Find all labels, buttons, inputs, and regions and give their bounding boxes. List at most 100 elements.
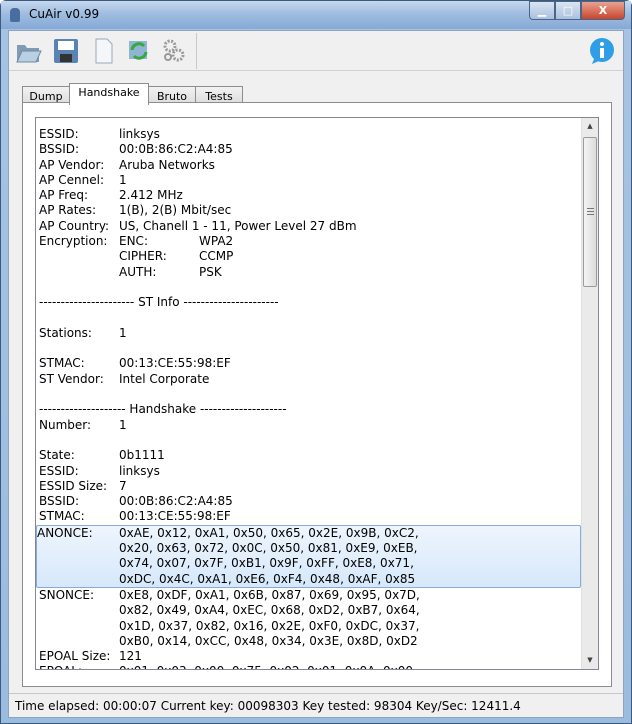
field-value: 1 bbox=[119, 172, 127, 187]
field-value: linksys bbox=[119, 127, 160, 141]
info-row: State: 0b1111 bbox=[39, 448, 581, 463]
hex-line: 0xAE, 0x12, 0xA1, 0x50, 0x65, 0x2E, 0x9B… bbox=[119, 525, 419, 540]
field-label: Encryption: bbox=[39, 234, 108, 249]
settings-icon bbox=[163, 39, 185, 62]
scroll-thumb[interactable] bbox=[583, 137, 597, 287]
vertical-scrollbar[interactable]: ▲ ▼ bbox=[581, 118, 598, 669]
minimize-button[interactable]: ▁ bbox=[529, 1, 555, 20]
field-label: EPOAL: bbox=[39, 664, 82, 669]
field-value: 00:13:CE:55:98:EF bbox=[119, 509, 231, 524]
info-row: AP Freq: 2.412 MHz bbox=[39, 188, 581, 203]
handshake-info-list[interactable]: ESSID: linksys BSSID: 00:0B:86:C2:A4:85 AP V… bbox=[35, 117, 599, 670]
info-row: Encryption: ENC: WPA2 bbox=[39, 234, 581, 249]
close-button[interactable]: X bbox=[581, 1, 625, 20]
open-folder-icon bbox=[16, 45, 42, 63]
field-label: STMAC: bbox=[39, 356, 85, 371]
field-label: AP Rates: bbox=[39, 203, 97, 218]
info-row: AP Vendor: Aruba Networks bbox=[39, 158, 581, 173]
sub-field-value: CCMP bbox=[199, 249, 234, 264]
field-label: AP Country: bbox=[39, 218, 110, 233]
field-value: 1(B), 2(B) Mbit/sec bbox=[119, 203, 232, 218]
scroll-up-icon[interactable]: ▲ bbox=[582, 118, 598, 135]
hex-line: 0x82, 0x49, 0xA4, 0xEC, 0x68, 0xD2, 0xB7… bbox=[119, 603, 420, 618]
tab-handshake[interactable]: Handshake bbox=[69, 83, 149, 105]
field-label: State: bbox=[39, 448, 75, 463]
info-row: ESSID: linksys bbox=[39, 127, 581, 142]
field-value: 00:0B:86:C2:A4:85 bbox=[119, 494, 233, 509]
field-value: Intel Corporate bbox=[119, 371, 210, 386]
window-title: CuAir v0.99 bbox=[29, 7, 100, 21]
field-label: Number: bbox=[39, 417, 92, 432]
info-row: ESSID: linksys bbox=[39, 464, 581, 479]
field-value: US, Chanell 1 - 11, Power Level 27 dBm bbox=[119, 218, 357, 233]
field-label: SNONCE: bbox=[39, 587, 95, 602]
info-row: Stations: 1 bbox=[39, 326, 581, 341]
field-label: AP Vendor: bbox=[39, 157, 105, 172]
field-value: 00:13:CE:55:98:EF bbox=[119, 356, 231, 371]
field-label: BSSID: bbox=[39, 142, 80, 157]
hex-line: 0x1D, 0x37, 0x82, 0x16, 0x2E, 0xF0, 0xDC… bbox=[119, 618, 420, 633]
title-bar[interactable]: CuAir v0.99 ▁ □ X bbox=[1, 1, 631, 29]
info-row: BSSID: 00:0B:86:C2:A4:85 bbox=[39, 142, 581, 157]
sub-field: ENC: WPA2 bbox=[119, 234, 581, 249]
settings-button[interactable] bbox=[159, 36, 189, 66]
minimize-icon: ▁ bbox=[537, 4, 547, 17]
toolbar-separator bbox=[196, 33, 197, 69]
field-value: 1 bbox=[119, 417, 127, 432]
maximize-icon: □ bbox=[562, 4, 574, 17]
info-content: ESSID: linksys BSSID: 00:0B:86:C2:A4:85 AP V… bbox=[36, 127, 581, 669]
info-button[interactable] bbox=[587, 36, 617, 66]
sub-field: AUTH: PSK bbox=[119, 265, 581, 280]
info-row: ST Vendor: Intel Corporate bbox=[39, 372, 581, 387]
field-value: 0xE8, 0xDF, 0xA1, 0x6B, 0x87, 0x69, 0x95… bbox=[119, 588, 581, 649]
field-label: AP Freq: bbox=[39, 188, 89, 203]
scroll-down-icon[interactable]: ▼ bbox=[582, 652, 598, 669]
field-label: AP Cennel: bbox=[39, 172, 104, 187]
new-button[interactable] bbox=[89, 36, 119, 66]
info-row: BSSID: 00:0B:86:C2:A4:85 bbox=[39, 494, 581, 509]
field-label: ESSID Size: bbox=[39, 478, 108, 493]
status-bar: Time elapsed: 00:00:07 Current key: 0009… bbox=[9, 693, 623, 717]
hex-line: 0xE8, 0xDF, 0xA1, 0x6B, 0x87, 0x69, 0x95… bbox=[119, 587, 420, 602]
field-label: ANONCE: bbox=[37, 525, 93, 540]
field-value: 2.412 MHz bbox=[119, 188, 183, 203]
section-header: ---------------------- ST Info ---------… bbox=[39, 295, 279, 310]
save-icon bbox=[54, 39, 78, 63]
info-row: CIPHER: CCMP bbox=[39, 249, 581, 264]
info-row: STMAC: 00:13:CE:55:98:EF bbox=[39, 356, 581, 371]
info-row: AP Rates: 1(B), 2(B) Mbit/sec bbox=[39, 203, 581, 218]
info-row: AP Cennel: 1 bbox=[39, 173, 581, 188]
field-label: ESSID: bbox=[39, 463, 79, 478]
field-value: AUTH: PSK bbox=[119, 265, 581, 280]
blank-row bbox=[39, 341, 581, 356]
section-header: -------------------- Handshake ---------… bbox=[39, 402, 287, 417]
field-label: ESSID: bbox=[39, 127, 79, 141]
blank-row bbox=[39, 311, 581, 326]
field-label: ST Vendor: bbox=[39, 371, 104, 386]
field-value: 121 bbox=[119, 649, 142, 664]
info-row: EPOAL: 0x01, 0x03, 0x00, 0x75, 0x02, 0x01… bbox=[39, 664, 581, 669]
grip-icon bbox=[587, 208, 594, 215]
new-document-icon bbox=[95, 38, 113, 64]
close-icon: X bbox=[598, 4, 608, 17]
field-value: 0b1111 bbox=[119, 448, 165, 463]
sub-field: CIPHER: CCMP bbox=[119, 249, 581, 264]
info-row[interactable]: SNONCE: 0xE8, 0xDF, 0xA1, 0x6B, 0x87, 0x6… bbox=[39, 588, 581, 649]
blank-row bbox=[39, 387, 581, 402]
toolbar bbox=[9, 31, 623, 71]
info-row: ESSID Size: 7 bbox=[39, 479, 581, 494]
maximize-button[interactable]: □ bbox=[555, 1, 581, 20]
sub-field-value: WPA2 bbox=[199, 234, 234, 249]
info-icon bbox=[590, 38, 614, 64]
save-button[interactable] bbox=[51, 36, 81, 66]
refresh-button[interactable] bbox=[124, 36, 154, 66]
field-label: EPOAL Size: bbox=[39, 649, 111, 664]
open-button[interactable] bbox=[13, 36, 43, 66]
sub-field-label: ENC: bbox=[119, 234, 148, 249]
hex-line: 0xB0, 0x14, 0xCC, 0x48, 0x34, 0x3E, 0x8D… bbox=[119, 633, 418, 648]
info-row[interactable]: ANONCE: 0xAE, 0x12, 0xA1, 0x50, 0x65, 0x2… bbox=[36, 524, 581, 588]
info-row: STMAC: 00:13:CE:55:98:EF bbox=[39, 509, 581, 524]
field-label: Stations: bbox=[39, 325, 92, 340]
hex-line: 0x74, 0x07, 0x7F, 0xB1, 0x9F, 0xFF, 0xE8… bbox=[119, 556, 414, 571]
field-value: 0xAE, 0x12, 0xA1, 0x50, 0x65, 0x2E, 0x9B… bbox=[119, 526, 580, 587]
